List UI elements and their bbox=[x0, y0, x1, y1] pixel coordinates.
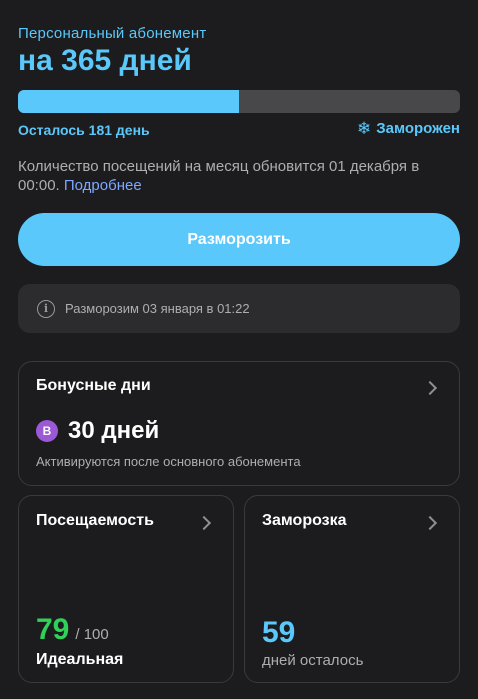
chevron-right-icon bbox=[422, 380, 438, 396]
subscription-progress-bar bbox=[18, 90, 460, 113]
attendance-label: Идеальная bbox=[36, 651, 124, 668]
bonus-badge-icon: B bbox=[36, 420, 58, 442]
visits-info: Количество посещений на месяц обновится … bbox=[18, 157, 463, 195]
frozen-status-label: Заморожен bbox=[376, 120, 460, 137]
bonus-days-row: B 30 дней bbox=[36, 417, 159, 445]
unfreeze-button[interactable]: Разморозить bbox=[18, 213, 460, 266]
bonus-days-card[interactable]: Бонусные дни B 30 дней Активируются посл… bbox=[18, 361, 460, 486]
snowflake-icon: ❄ bbox=[356, 119, 372, 138]
attendance-card[interactable]: Посещаемость 79 / 100 Идеальная bbox=[18, 495, 234, 683]
attendance-value: 79 bbox=[36, 613, 70, 646]
freeze-days-value: 59 bbox=[262, 616, 296, 649]
attendance-title: Посещаемость bbox=[36, 512, 154, 529]
bonus-days-value: 30 дней bbox=[68, 417, 160, 444]
freeze-title: Заморозка bbox=[262, 512, 347, 529]
subscription-subtitle: Персональный абонемент bbox=[18, 25, 207, 42]
attendance-max: / 100 bbox=[75, 626, 109, 643]
freeze-card[interactable]: Заморозка 59 дней осталось bbox=[244, 495, 460, 683]
unfreeze-notice: i Разморозим 03 января в 01:22 bbox=[18, 284, 460, 333]
subscription-screen: Персональный абонемент на 365 дней Остал… bbox=[0, 0, 478, 699]
bonus-days-title: Бонусные дни bbox=[36, 377, 151, 394]
chevron-right-icon bbox=[196, 515, 212, 531]
remaining-days-label: Осталось 181 день bbox=[18, 122, 150, 138]
subscription-progress-fill bbox=[18, 90, 239, 113]
info-icon: i bbox=[37, 299, 55, 318]
frozen-status: ❄ Заморожен bbox=[357, 120, 460, 137]
unfreeze-notice-text: Разморозим 03 января в 01:22 bbox=[65, 301, 250, 316]
subscription-title: на 365 дней bbox=[18, 44, 192, 77]
attendance-score: 79 / 100 bbox=[36, 613, 109, 647]
more-info-link[interactable]: Подробнее bbox=[64, 177, 142, 194]
bonus-days-note: Активируются после основного абонемента bbox=[36, 454, 301, 469]
chevron-right-icon bbox=[422, 515, 438, 531]
freeze-days-label: дней осталось bbox=[262, 652, 364, 669]
